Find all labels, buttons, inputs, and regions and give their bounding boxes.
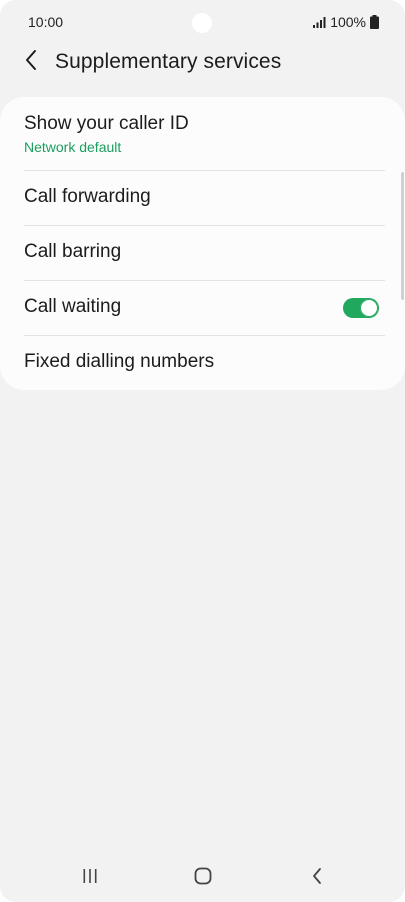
phone-screen: 10:00 100% Supplementary services Show y… (0, 0, 405, 902)
fixed-dialling-numbers-label: Fixed dialling numbers (24, 351, 215, 372)
recents-icon (82, 868, 98, 889)
status-time: 10:00 (28, 14, 64, 30)
call-barring-item[interactable]: Call barring (0, 226, 405, 280)
back-icon (311, 867, 323, 890)
chevron-left-icon (24, 49, 38, 76)
fixed-dialling-numbers-item[interactable]: Fixed dialling numbers (0, 336, 405, 390)
settings-card: Show your caller ID Network default Call… (0, 97, 405, 390)
status-indicators: 100% (312, 14, 379, 30)
call-waiting-label: Call waiting (24, 296, 122, 317)
battery-icon (370, 15, 379, 29)
call-barring-label: Call barring (24, 241, 122, 262)
show-caller-id-value: Network default (24, 139, 122, 155)
nav-back-button[interactable] (303, 866, 331, 890)
call-forwarding-item[interactable]: Call forwarding (0, 171, 405, 225)
call-waiting-toggle[interactable] (343, 298, 379, 318)
home-button[interactable] (189, 866, 217, 890)
home-icon (194, 867, 212, 890)
back-button[interactable] (16, 49, 46, 76)
recents-button[interactable] (76, 866, 104, 890)
show-caller-id-item[interactable]: Show your caller ID Network default (0, 97, 405, 170)
front-camera-cutout (192, 13, 212, 33)
toggle-knob (360, 299, 378, 317)
status-bar: 10:00 100% (0, 0, 405, 44)
signal-icon (312, 16, 326, 28)
battery-percentage: 100% (330, 14, 366, 30)
app-header: Supplementary services (0, 40, 405, 84)
scroll-indicator[interactable] (401, 172, 404, 300)
call-forwarding-label: Call forwarding (24, 186, 151, 207)
call-waiting-item[interactable]: Call waiting (0, 281, 405, 335)
page-title: Supplementary services (55, 50, 282, 73)
navigation-bar (0, 854, 405, 902)
show-caller-id-label: Show your caller ID (24, 113, 189, 134)
